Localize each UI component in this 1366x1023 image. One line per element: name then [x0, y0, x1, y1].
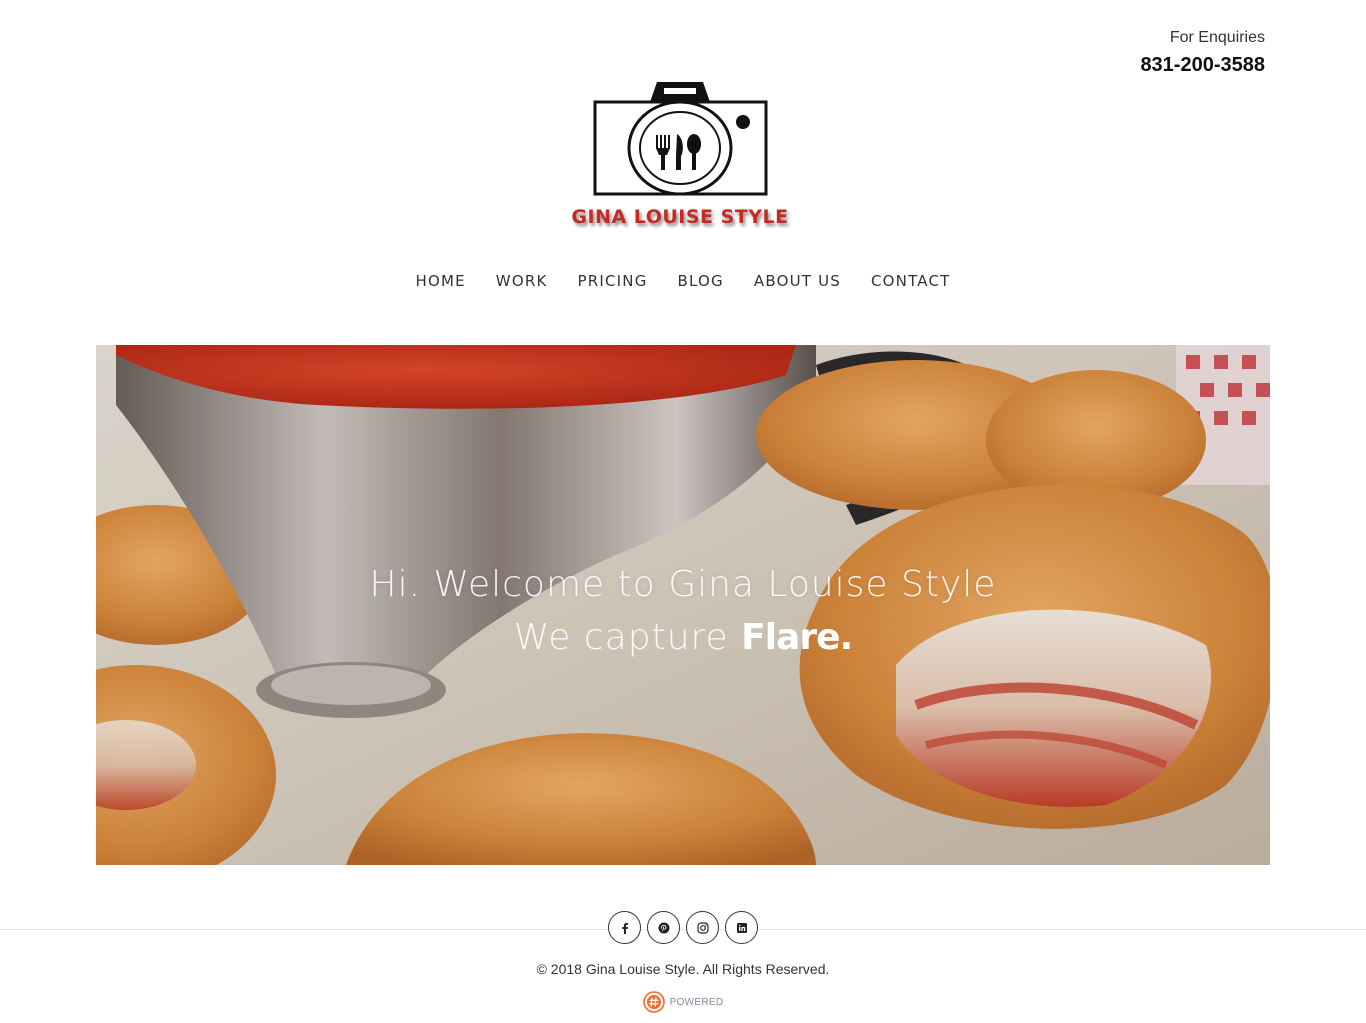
hero-tagline-bold: Flare.	[741, 617, 853, 658]
facebook-icon	[621, 922, 628, 934]
enquiry-label: For Enquiries	[1169, 29, 1265, 46]
nav-work[interactable]: WORK	[496, 270, 548, 292]
pinterest-button[interactable]	[647, 911, 680, 944]
hero-banner: Hi. Welcome to Gina Louise Style We capt…	[96, 345, 1270, 865]
nav-pricing[interactable]: PRICING	[577, 270, 647, 292]
facebook-button[interactable]	[608, 911, 641, 944]
instagram-icon	[696, 921, 709, 934]
main-nav: HOME WORK PRICING BLOG ABOUT US CONTACT	[0, 270, 1366, 292]
social-links	[0, 911, 1366, 944]
nav-about-us[interactable]: ABOUT US	[754, 270, 841, 292]
pinterest-icon	[658, 922, 669, 933]
powered-label: POWERED	[669, 996, 724, 1008]
nav-blog[interactable]: BLOG	[678, 270, 724, 292]
camera-logo-icon	[593, 82, 768, 196]
enquiry-block: For Enquiries 831-200-3588	[1140, 28, 1265, 80]
linkedin-icon	[736, 922, 747, 933]
hero-welcome-text: Hi. Welcome to Gina Louise Style	[369, 564, 997, 605]
powered-by-link[interactable]: POWERED	[0, 991, 1366, 1013]
hero-headline: Hi. Welcome to Gina Louise Style We capt…	[96, 560, 1270, 666]
hashtag-logo-icon	[642, 991, 665, 1013]
copyright-text: © 2018 Gina Louise Style. All Rights Res…	[536, 961, 830, 977]
logo-wordmark: GINA LOUISE STYLE	[571, 206, 789, 228]
nav-home[interactable]: HOME	[415, 270, 465, 292]
nav-contact[interactable]: CONTACT	[871, 270, 951, 292]
site-logo[interactable]: GINA LOUISE STYLE	[560, 78, 800, 238]
phone-number[interactable]: 831-200-3588	[1140, 50, 1265, 80]
instagram-button[interactable]	[686, 911, 719, 944]
linkedin-button[interactable]	[725, 911, 758, 944]
hero-tagline: We capture Flare.	[96, 610, 1270, 666]
hero-tagline-prefix: We capture	[513, 617, 729, 658]
